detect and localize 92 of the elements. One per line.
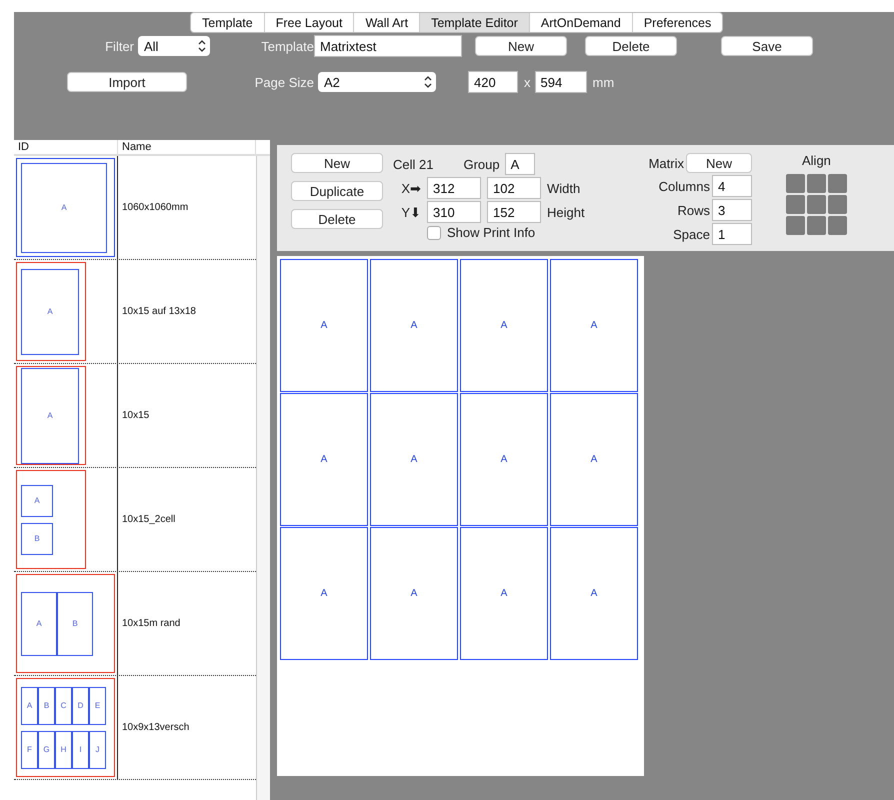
- table-cell-text: 10x15: [121, 410, 150, 421]
- duplicate-button[interactable]: Duplicate: [291, 181, 383, 201]
- table-cell-text: 1060x1060mm: [121, 202, 190, 213]
- times-label: x: [524, 74, 532, 90]
- align-button[interactable]: [806, 174, 826, 193]
- preview-cell: A: [21, 686, 38, 724]
- layout-cell[interactable]: A: [460, 259, 548, 392]
- rows-label: Rows: [677, 202, 710, 218]
- tab[interactable]: Template Editor: [420, 13, 530, 32]
- preview-cell: A: [21, 592, 57, 656]
- align-button[interactable]: [828, 174, 847, 193]
- preview-cell: G: [38, 730, 55, 768]
- preview-cell: B: [38, 686, 55, 724]
- layout-cell[interactable]: A: [550, 393, 638, 526]
- layout-cell[interactable]: A: [280, 527, 368, 660]
- group-label: Group: [463, 156, 500, 172]
- layout-cell[interactable]: A: [460, 393, 548, 526]
- import-button[interactable]: Import: [67, 72, 187, 92]
- preview-cell: I: [72, 730, 89, 768]
- delete-button[interactable]: Delete: [585, 36, 677, 56]
- preview-cell: A: [21, 368, 79, 464]
- preview-cell: A: [21, 268, 79, 354]
- table-cell-text: 10x9x13versch: [121, 722, 190, 733]
- page-size-select[interactable]: A2: [318, 72, 436, 92]
- space-field[interactable]: 1: [712, 223, 752, 245]
- layout-cell[interactable]: A: [370, 527, 458, 660]
- align-button[interactable]: [806, 195, 826, 214]
- page-width-field[interactable]: 420: [468, 71, 518, 93]
- align-button[interactable]: [806, 216, 826, 235]
- align-label: Align: [802, 153, 831, 168]
- x-label: X➡: [400, 180, 421, 196]
- template-name-field[interactable]: Matrixtest: [314, 35, 462, 57]
- scrollbar[interactable]: [256, 156, 270, 800]
- tab[interactable]: Template: [191, 13, 265, 32]
- filter-select[interactable]: All: [138, 36, 210, 56]
- preview-cell: D: [72, 686, 89, 724]
- layout-cell[interactable]: A: [280, 393, 368, 526]
- matrix-label: Matrix: [648, 156, 684, 170]
- align-button[interactable]: [828, 216, 847, 235]
- layout-cell[interactable]: A: [460, 527, 548, 660]
- align-button[interactable]: [786, 195, 805, 214]
- columns-label: Columns: [658, 178, 710, 194]
- layout-cell[interactable]: A: [370, 393, 458, 526]
- preview-cell: A: [21, 162, 107, 252]
- y-field[interactable]: 310: [427, 201, 481, 223]
- checkbox[interactable]: [427, 226, 441, 240]
- layout-cell[interactable]: A: [280, 259, 368, 392]
- layout-cell[interactable]: A: [550, 259, 638, 392]
- rows-field[interactable]: 3: [712, 199, 752, 221]
- columns-field[interactable]: 4: [712, 175, 752, 197]
- preview-cell: F: [21, 730, 38, 768]
- new-cell-button[interactable]: New: [291, 153, 383, 173]
- align-button[interactable]: [786, 216, 805, 235]
- preview-cell: H: [55, 730, 72, 768]
- y-label: Y⬇: [400, 204, 421, 220]
- preview-cell: C: [55, 686, 72, 724]
- preview-cell: A: [21, 484, 53, 516]
- matrix-new-button[interactable]: New: [686, 153, 752, 173]
- preview-cell: B: [21, 522, 53, 554]
- page-height-field[interactable]: 594: [534, 71, 586, 93]
- table-row[interactable]: A B 10x15m rand: [14, 572, 256, 676]
- height-field[interactable]: 152: [487, 201, 541, 223]
- new-button[interactable]: New: [475, 36, 567, 56]
- table-row[interactable]: A B C D E F G H I J 10x9x13versch: [14, 676, 256, 780]
- group-field[interactable]: A: [504, 153, 535, 175]
- space-label: Space: [673, 226, 710, 242]
- width-label: Width: [547, 180, 580, 196]
- preview-cell: J: [89, 730, 106, 768]
- filter-label: Filter: [104, 38, 135, 54]
- save-button[interactable]: Save: [721, 36, 813, 56]
- preview-cell: B: [57, 592, 93, 656]
- layout-cell[interactable]: A: [370, 259, 458, 392]
- cell-label: Cell 21: [393, 156, 434, 172]
- layout-cell[interactable]: A: [550, 527, 638, 660]
- table-cell-text: 10x15 auf 13x18: [121, 306, 197, 317]
- delete-cell-button[interactable]: Delete: [291, 209, 383, 229]
- unit-label: mm: [592, 74, 616, 90]
- preview-cell: E: [89, 686, 106, 724]
- chevron-icon: [424, 76, 432, 88]
- height-label: Height: [547, 204, 585, 220]
- column-header[interactable]: Name: [118, 140, 256, 154]
- align-button[interactable]: [786, 174, 805, 193]
- table-cell-text: 10x15m rand: [121, 618, 182, 629]
- show-print-info-label: Show Print Info: [447, 225, 536, 240]
- align-button[interactable]: [828, 195, 847, 214]
- template-label: Template: [260, 38, 315, 54]
- table-row[interactable]: A 1060x1060mm: [14, 156, 256, 260]
- chevron-icon: [198, 40, 206, 52]
- width-field[interactable]: 102: [487, 177, 541, 199]
- table-cell-text: 10x15_2cell: [121, 514, 176, 525]
- x-field[interactable]: 312: [427, 177, 481, 199]
- column-header[interactable]: ID: [14, 140, 118, 154]
